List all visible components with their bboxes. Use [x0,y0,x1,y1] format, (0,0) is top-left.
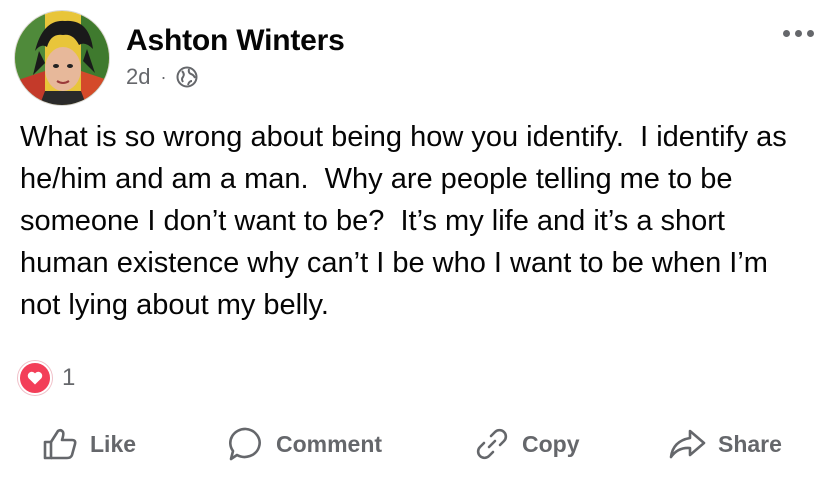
reaction-count: 1 [62,364,76,391]
action-bar: Like Comment Copy Share [0,420,828,470]
like-button[interactable]: Like [42,420,136,468]
share-label: Share [718,430,782,457]
comment-button[interactable]: Comment [228,420,382,468]
post-timestamp[interactable]: 2d [126,64,150,90]
link-icon [474,426,510,462]
copy-button[interactable]: Copy [474,420,580,468]
avatar[interactable] [14,10,110,106]
love-reaction-icon [18,361,52,395]
post-meta: 2d · [126,64,198,90]
copy-label: Copy [522,430,580,457]
more-dot [795,30,802,37]
more-dot [783,30,790,37]
reaction-summary[interactable]: 1 [18,361,75,395]
author-name[interactable]: Ashton Winters [126,24,345,58]
share-arrow-icon [668,427,706,461]
globe-icon[interactable] [176,66,198,88]
comment-icon [228,426,264,462]
comment-label: Comment [276,430,383,457]
thumbs-up-icon [42,427,78,461]
more-options-icon[interactable] [783,30,814,37]
like-label: Like [90,430,137,457]
profile-picture [15,11,109,105]
share-button[interactable]: Share [668,420,782,468]
meta-separator: · [160,66,167,87]
more-dot [807,30,814,37]
post-body: What is so wrong about being how you ide… [20,121,795,321]
